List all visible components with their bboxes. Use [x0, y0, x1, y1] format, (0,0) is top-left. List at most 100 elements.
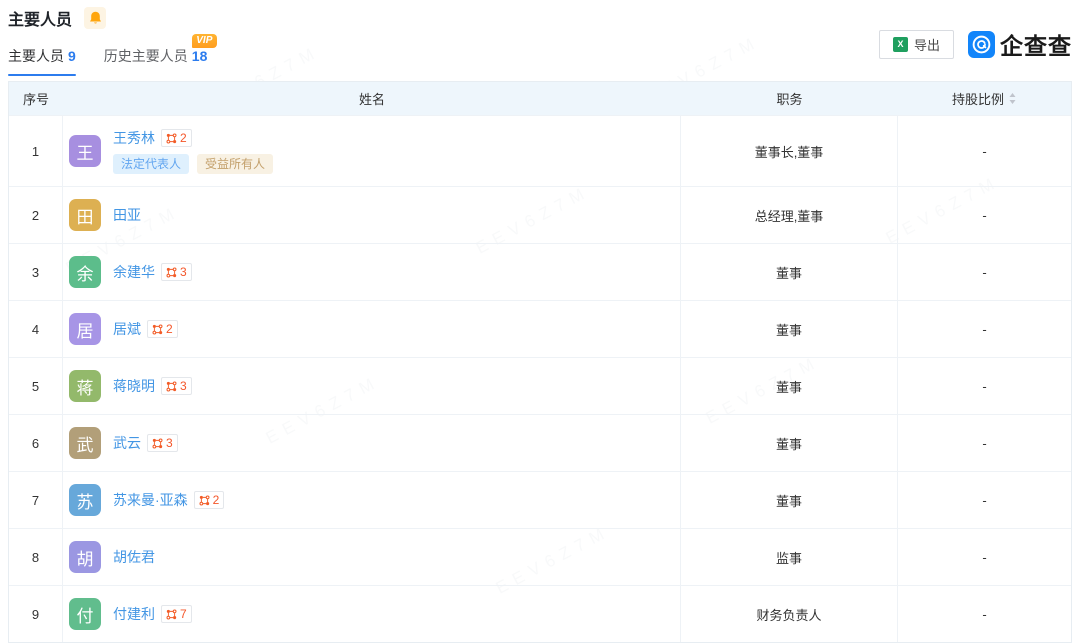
- position-cell: 董事: [681, 301, 898, 357]
- name-block: 武云 3: [113, 433, 178, 453]
- share-cell: -: [898, 415, 1071, 471]
- name-line: 王秀林 2: [113, 128, 273, 148]
- row-index: 8: [9, 529, 63, 585]
- relation-graph-badge[interactable]: 7: [161, 605, 192, 623]
- relation-graph-badge[interactable]: 3: [147, 434, 178, 452]
- person-name-link[interactable]: 居斌: [113, 319, 141, 339]
- name-block: 胡佐君: [113, 547, 155, 567]
- sort-arrows-icon: [1008, 92, 1017, 105]
- table-header-row: 序号 姓名 职务 持股比例: [9, 82, 1071, 115]
- bell-icon: [89, 11, 102, 25]
- name-line: 蒋晓明 3: [113, 376, 192, 396]
- tag-line: 法定代表人 受益所有人: [113, 154, 273, 174]
- graph-icon: [152, 438, 163, 449]
- table-row: 6 武 武云: [9, 414, 1071, 471]
- name-block: 王秀林 2: [113, 128, 273, 174]
- relation-count: 3: [166, 436, 173, 450]
- relation-graph-badge[interactable]: 3: [161, 377, 192, 395]
- person-name-link[interactable]: 田亚: [113, 205, 141, 225]
- position-cell: 董事: [681, 415, 898, 471]
- export-button[interactable]: X 导出: [879, 30, 954, 59]
- name-cell: 苏 苏来曼·亚森: [63, 472, 681, 528]
- header-share-sortable[interactable]: 持股比例: [898, 82, 1071, 115]
- relation-graph-badge[interactable]: 2: [161, 129, 192, 147]
- tab-key-personnel[interactable]: 主要人员9: [8, 46, 76, 76]
- person-name-link[interactable]: 王秀林: [113, 128, 155, 148]
- position-cell: 董事: [681, 472, 898, 528]
- tab-label: 历史主要人员: [104, 48, 188, 64]
- relation-count: 3: [180, 265, 187, 279]
- graph-icon: [166, 267, 177, 278]
- relation-count: 3: [180, 379, 187, 393]
- name-line: 付建利 7: [113, 604, 192, 624]
- header-share-label: 持股比例: [952, 89, 1004, 108]
- avatar: 苏: [69, 484, 101, 516]
- relation-graph-badge[interactable]: 2: [147, 320, 178, 338]
- row-index: 9: [9, 586, 63, 642]
- name-cell: 蒋 蒋晓明: [63, 358, 681, 414]
- name-line: 胡佐君: [113, 547, 155, 567]
- personnel-table: 序号 姓名 职务 持股比例 1 王 王秀林: [8, 81, 1072, 643]
- share-cell: -: [898, 586, 1071, 642]
- name-cell: 田 田亚: [63, 187, 681, 243]
- table-row: 7 苏 苏来曼·亚森: [9, 471, 1071, 528]
- tab-history-personnel[interactable]: 历史主要人员18 VIP: [104, 46, 208, 76]
- graph-icon: [199, 495, 210, 506]
- notification-bell-button[interactable]: [84, 7, 106, 29]
- share-cell: -: [898, 244, 1071, 300]
- share-cell: -: [898, 358, 1071, 414]
- avatar: 武: [69, 427, 101, 459]
- table-row: 8 胡 胡佐君 监事 -: [9, 528, 1071, 585]
- tab-count: 18: [192, 48, 208, 64]
- row-index: 1: [9, 116, 63, 186]
- share-cell: -: [898, 116, 1071, 186]
- brand-name: 企查查: [1000, 27, 1072, 61]
- relation-count: 7: [180, 607, 187, 621]
- name-block: 居斌 2: [113, 319, 178, 339]
- row-index: 6: [9, 415, 63, 471]
- table-row: 5 蒋 蒋晓明: [9, 357, 1071, 414]
- row-index: 7: [9, 472, 63, 528]
- name-block: 付建利 7: [113, 604, 192, 624]
- share-cell: -: [898, 472, 1071, 528]
- name-cell: 余 余建华: [63, 244, 681, 300]
- name-cell: 武 武云: [63, 415, 681, 471]
- name-line: 居斌 2: [113, 319, 178, 339]
- person-name-link[interactable]: 武云: [113, 433, 141, 453]
- toolbar-right: X 导出 企查查: [879, 27, 1072, 61]
- person-name-link[interactable]: 付建利: [113, 604, 155, 624]
- avatar: 胡: [69, 541, 101, 573]
- name-block: 苏来曼·亚森 2: [113, 490, 224, 510]
- person-name-link[interactable]: 苏来曼·亚森: [113, 490, 188, 510]
- name-cell: 居 居斌: [63, 301, 681, 357]
- name-cell: 胡 胡佐君: [63, 529, 681, 585]
- person-tag: 受益所有人: [197, 154, 273, 174]
- avatar: 田: [69, 199, 101, 231]
- tab-label: 主要人员: [8, 48, 64, 64]
- page-title: 主要人员: [8, 6, 72, 30]
- position-cell: 董事长,董事: [681, 116, 898, 186]
- excel-icon: X: [893, 37, 908, 52]
- avatar: 付: [69, 598, 101, 630]
- share-cell: -: [898, 529, 1071, 585]
- vip-badge: VIP: [192, 34, 217, 48]
- relation-graph-badge[interactable]: 3: [161, 263, 192, 281]
- person-name-link[interactable]: 余建华: [113, 262, 155, 282]
- relation-graph-badge[interactable]: 2: [194, 491, 225, 509]
- header-index: 序号: [9, 82, 63, 115]
- table-row: 4 居 居斌: [9, 300, 1071, 357]
- graph-icon: [166, 381, 177, 392]
- qichacha-logo-icon: [968, 31, 995, 58]
- name-line: 苏来曼·亚森 2: [113, 490, 224, 510]
- person-name-link[interactable]: 蒋晓明: [113, 376, 155, 396]
- brand-logo[interactable]: 企查查: [968, 27, 1072, 61]
- position-cell: 总经理,董事: [681, 187, 898, 243]
- person-name-link[interactable]: 胡佐君: [113, 547, 155, 567]
- person-tag: 法定代表人: [113, 154, 189, 174]
- name-block: 余建华 3: [113, 262, 192, 282]
- relation-count: 2: [213, 493, 220, 507]
- graph-icon: [166, 609, 177, 620]
- name-line: 田亚: [113, 205, 141, 225]
- avatar: 王: [69, 135, 101, 167]
- table-row: 1 王 王秀林: [9, 115, 1071, 186]
